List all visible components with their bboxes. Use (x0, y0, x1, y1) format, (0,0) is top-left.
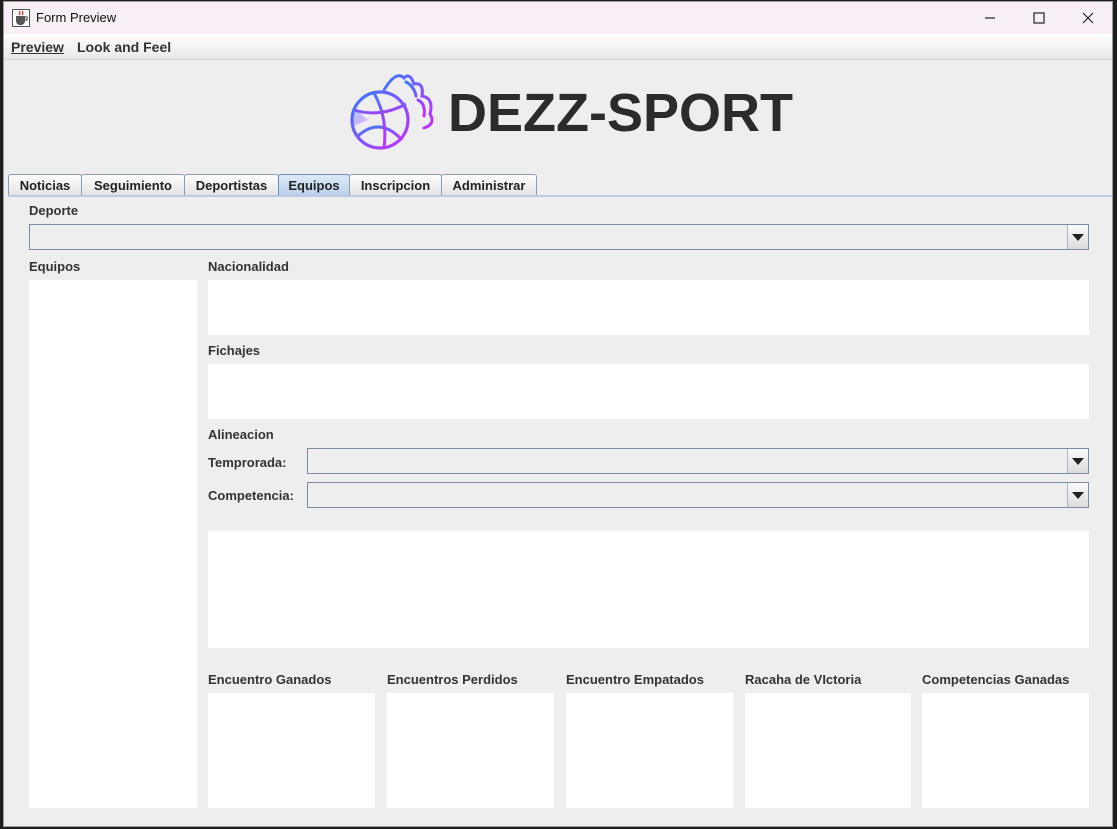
flaming-basketball-icon (350, 74, 434, 150)
tab-seguimiento[interactable]: Seguimiento (81, 174, 185, 195)
tab-noticias[interactable]: Noticias (8, 174, 82, 195)
alineacion-label: Alineacion (208, 427, 274, 442)
stat-field-ganados[interactable] (208, 693, 375, 808)
stat-field-empatados[interactable] (566, 693, 733, 808)
maximize-icon (1033, 12, 1045, 24)
fichajes-field[interactable] (208, 364, 1089, 419)
deporte-combobox[interactable] (29, 224, 1089, 250)
deporte-label: Deporte (29, 203, 79, 218)
stat-field-perdidos[interactable] (387, 693, 554, 808)
competencia-dropdown-button[interactable] (1067, 483, 1088, 507)
temporada-combobox[interactable] (307, 448, 1089, 474)
menu-preview[interactable]: Preview (11, 39, 64, 55)
title-bar[interactable]: Form Preview (4, 2, 1112, 34)
brand-header: DEZZ-SPORT (344, 68, 794, 160)
stat-label-racha: Racaha de VIctoria (745, 672, 862, 687)
menu-preview-label: Preview (11, 39, 64, 55)
window-title: Form Preview (36, 10, 117, 25)
competencia-label: Competencia: (208, 488, 294, 503)
equipos-panel: Deporte Equipos Nacionalidad Fichajes Al… (8, 195, 1112, 823)
stat-label-ganados: Encuentro Ganados (208, 672, 332, 687)
nacionalidad-label: Nacionalidad (208, 259, 289, 274)
close-button[interactable] (1064, 2, 1112, 34)
equipos-list[interactable] (29, 280, 197, 808)
temporada-dropdown-button[interactable] (1067, 449, 1088, 473)
tab-deportistas[interactable]: Deportistas (184, 174, 279, 195)
stat-label-competencias: Competencias Ganadas (922, 672, 1070, 687)
close-icon (1082, 12, 1094, 24)
stat-field-racha[interactable] (745, 693, 911, 808)
temporada-label: Temprorada: (208, 455, 287, 470)
fichajes-label: Fichajes (208, 343, 261, 358)
java-cup-icon (12, 9, 30, 27)
brand-title: DEZZ-SPORT (448, 83, 793, 143)
maximize-button[interactable] (1015, 2, 1063, 34)
triangle-down-icon (1072, 457, 1084, 465)
menu-look-and-feel[interactable]: Look and Feel (77, 39, 171, 55)
menu-look-and-feel-label: Look and Feel (77, 39, 172, 55)
tab-equipos[interactable]: Equipos (278, 174, 350, 195)
alineacion-area[interactable] (208, 531, 1089, 648)
competencia-combobox[interactable] (307, 482, 1089, 508)
app-window: Form Preview Preview Look and Feel DEZZ-… (3, 1, 1113, 827)
stat-label-empatados: Encuentro Empatados (566, 672, 704, 687)
nacionalidad-field[interactable] (208, 280, 1089, 335)
stat-field-competencias[interactable] (922, 693, 1089, 808)
tab-administrar[interactable]: Administrar (441, 174, 537, 195)
deporte-dropdown-button[interactable] (1067, 225, 1088, 249)
triangle-down-icon (1072, 233, 1084, 241)
minimize-icon (985, 17, 995, 19)
triangle-down-icon (1072, 491, 1084, 499)
menu-bar: Preview Look and Feel (4, 34, 1112, 60)
stat-label-perdidos: Encuentros Perdidos (387, 672, 518, 687)
tab-inscripcion[interactable]: Inscripcion (349, 174, 442, 195)
minimize-button[interactable] (966, 2, 1014, 34)
equipos-label: Equipos (29, 259, 81, 274)
